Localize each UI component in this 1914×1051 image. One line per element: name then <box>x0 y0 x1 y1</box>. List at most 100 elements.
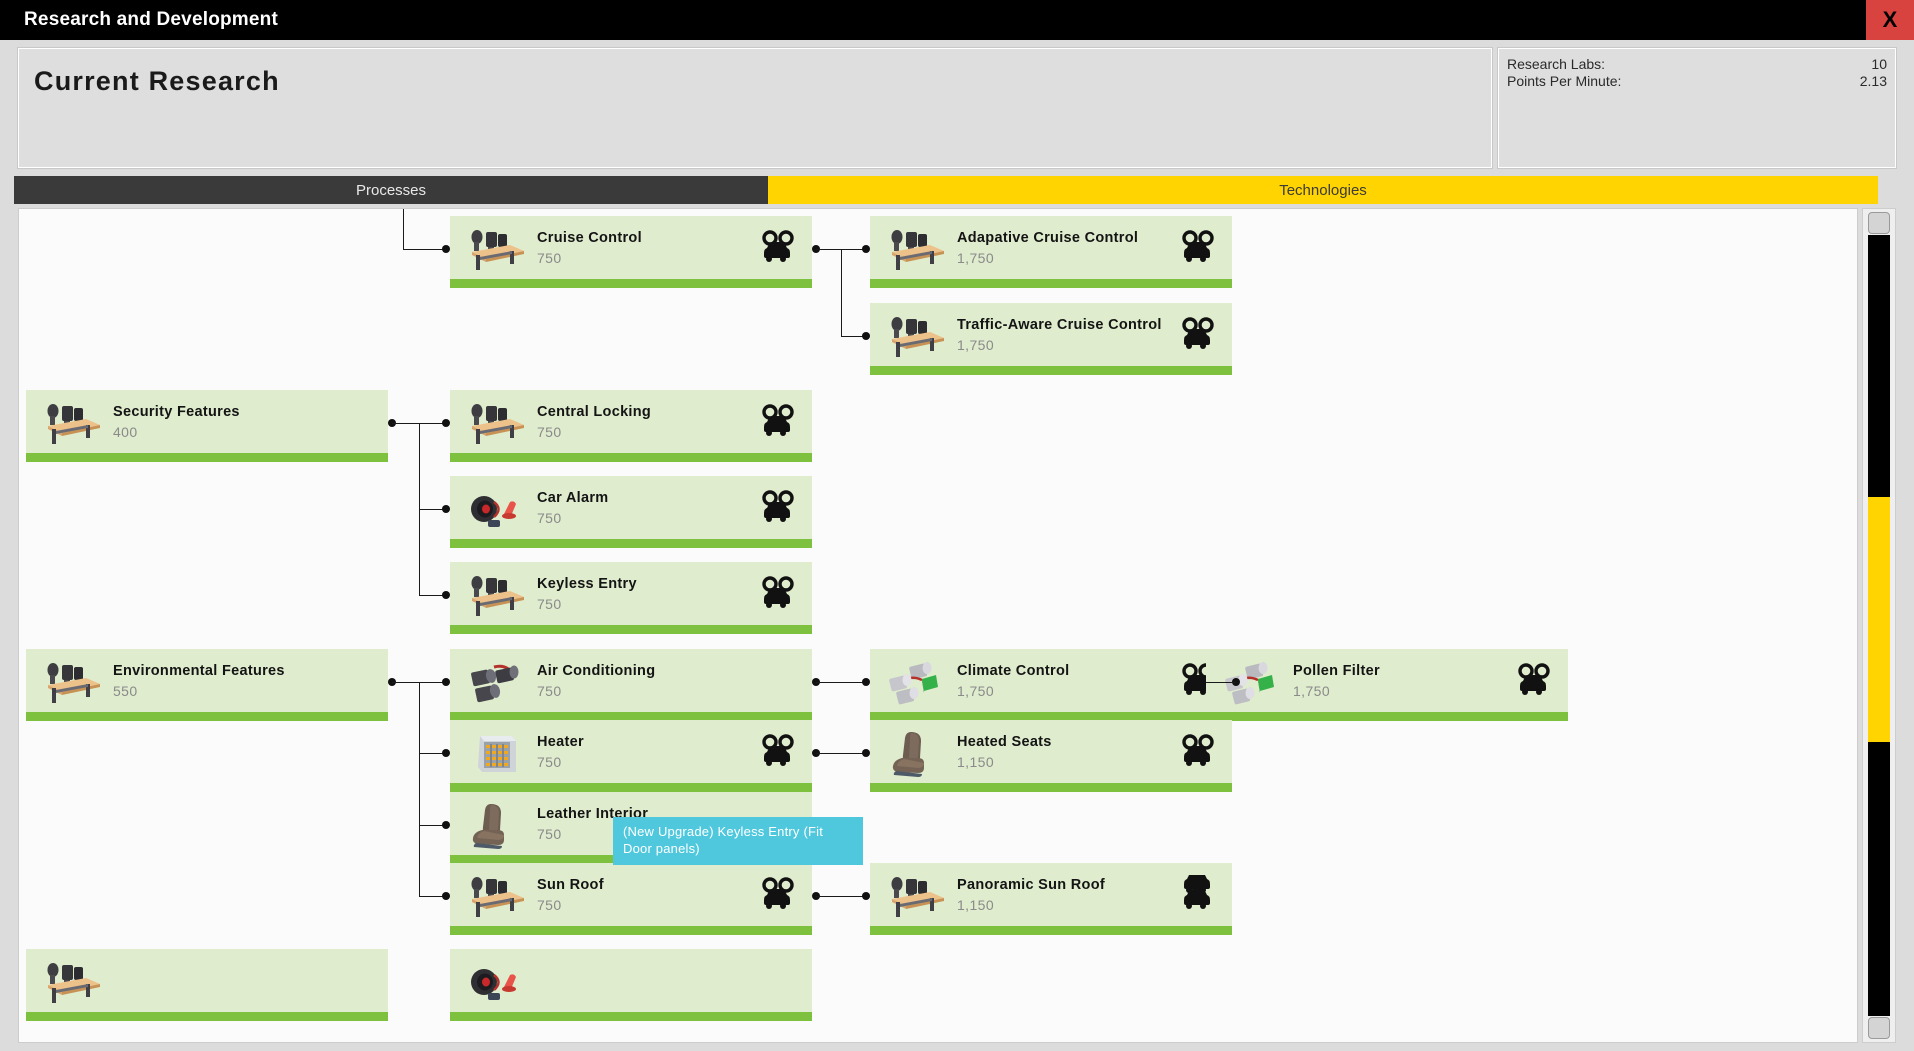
tech-card-heater[interactable]: Heater 750 <box>450 720 812 792</box>
tech-card-name: Pollen Filter <box>1293 663 1380 679</box>
tech-card-cruise-control[interactable]: Cruise Control 750 <box>450 216 812 288</box>
tech-card-cost: 750 <box>537 424 562 440</box>
connector-dot <box>442 749 450 757</box>
tech-card-progress-bar <box>26 453 388 462</box>
tech-card-climate-control[interactable]: Climate Control 1,750 <box>870 649 1232 721</box>
tech-card-cost: 550 <box>113 683 138 699</box>
tech-card-car-alarm[interactable]: Car Alarm 750 <box>450 476 812 548</box>
tech-card-progress-bar <box>450 783 812 792</box>
tech-card-cost: 1,750 <box>957 250 995 266</box>
tech-card-partial[interactable] <box>450 949 812 1021</box>
tech-card-cost: 750 <box>537 754 562 770</box>
stat-research-labs-label: Research Labs: <box>1507 56 1606 72</box>
tech-card-sun-roof[interactable]: Sun Roof 750 <box>450 863 812 935</box>
connector-dot <box>442 892 450 900</box>
tech-card-progress-bar <box>450 1012 812 1021</box>
tech-card-panoramic-sun-roof[interactable]: Panoramic Sun Roof 1,150 <box>870 863 1232 935</box>
connector-line <box>392 682 419 683</box>
siren-icon <box>464 957 528 1009</box>
badge-infinity-car-icon <box>1178 228 1218 272</box>
tech-card-progress-bar <box>450 625 812 634</box>
connector-dot <box>442 245 450 253</box>
compressor-dark-icon <box>464 657 528 709</box>
tech-card-cost: 750 <box>537 596 562 612</box>
vertical-scrollbar[interactable] <box>1862 208 1896 1043</box>
badge-infinity-car-icon <box>758 228 798 272</box>
tech-card-progress-bar <box>450 279 812 288</box>
tech-card-progress-bar <box>870 783 1232 792</box>
window-title-bar: Research and Development X <box>0 0 1914 40</box>
tech-card-name: Heated Seats <box>957 734 1052 750</box>
connector-dot <box>442 419 450 427</box>
connector-line <box>392 423 419 424</box>
tech-card-progress-bar <box>26 1012 388 1021</box>
tech-card-cost: 1,150 <box>957 754 995 770</box>
tech-card-pollen-filter[interactable]: Pollen Filter 1,750 <box>1206 649 1568 721</box>
tech-card-environmental-features[interactable]: Environmental Features 550 <box>26 649 388 721</box>
tech-card-security-features[interactable]: Security Features 400 <box>26 390 388 462</box>
tech-card-progress-bar <box>26 712 388 721</box>
tech-card-keyless-entry[interactable]: Keyless Entry 750 <box>450 562 812 634</box>
car-seat-icon <box>464 800 528 852</box>
desk-icon <box>884 871 948 923</box>
connector-line <box>1219 682 1236 683</box>
desk-icon <box>40 398 104 450</box>
connector-line <box>403 249 446 250</box>
connector-line <box>816 896 841 897</box>
tech-card-traffic-aware-cruise-control[interactable]: Traffic-Aware Cruise Control 1,750 <box>870 303 1232 375</box>
tech-card-cost: 400 <box>113 424 138 440</box>
tech-card-cost: 1,750 <box>1293 683 1331 699</box>
desk-icon <box>40 957 104 1009</box>
tab-processes[interactable]: Processes <box>14 176 768 204</box>
tech-card-cost: 1,750 <box>957 683 995 699</box>
badge-infinity-car-icon <box>1178 732 1218 776</box>
compressor-light-icon <box>1220 657 1284 709</box>
tech-card-name: Adapative Cruise Control <box>957 230 1139 246</box>
badge-infinity-car-icon <box>758 875 798 919</box>
tech-card-cost: 750 <box>537 683 562 699</box>
connector-dot <box>442 821 450 829</box>
connector-dot <box>862 892 870 900</box>
scrollbar-thumb[interactable] <box>1868 497 1890 742</box>
scrollbar-track[interactable] <box>1868 235 1890 1016</box>
desk-icon <box>464 398 528 450</box>
research-stats-panel: Research Labs: 10 Points Per Minute: 2.1… <box>1497 47 1897 169</box>
tech-card-name: Environmental Features <box>113 663 285 679</box>
desk-icon <box>464 224 528 276</box>
page-title: Current Research <box>34 66 280 96</box>
tech-card-adapative-cruise-control[interactable]: Adapative Cruise Control 1,750 <box>870 216 1232 288</box>
desk-icon <box>884 224 948 276</box>
window-title: Research and Development <box>24 9 278 30</box>
tech-card-cost: 1,150 <box>957 897 995 913</box>
tech-tree-viewport[interactable]: Cruise Control 750 Adapative Cruise Cont… <box>18 208 1858 1043</box>
desk-icon <box>464 871 528 923</box>
connector-line <box>419 682 420 896</box>
close-button[interactable]: X <box>1866 0 1914 40</box>
scroll-down-arrow-icon[interactable] <box>1868 1017 1890 1039</box>
badge-infinity-car-icon <box>758 402 798 446</box>
tab-bar: Processes Technologies <box>14 176 1878 204</box>
tech-card-progress-bar <box>1206 712 1568 721</box>
tech-card-cost: 750 <box>537 250 562 266</box>
tech-card-air-conditioning[interactable]: Air Conditioning 750 <box>450 649 812 721</box>
tech-card-cost: 750 <box>537 510 562 526</box>
tech-card-progress-bar <box>450 453 812 462</box>
tooltip: (New Upgrade) Keyless Entry (Fit Door pa… <box>613 817 863 865</box>
car-seat-icon <box>884 728 948 780</box>
tech-card-partial[interactable] <box>26 949 388 1021</box>
tech-card-cost: 1,750 <box>957 337 995 353</box>
tech-card-name: Cruise Control <box>537 230 642 246</box>
tab-technologies[interactable]: Technologies <box>768 176 1878 204</box>
tech-card-name: Air Conditioning <box>537 663 656 679</box>
desk-icon <box>884 311 948 363</box>
tech-card-progress-bar <box>450 926 812 935</box>
tech-card-progress-bar <box>450 539 812 548</box>
compressor-light-icon <box>884 657 948 709</box>
connector-dot <box>862 332 870 340</box>
tech-card-central-locking[interactable]: Central Locking 750 <box>450 390 812 462</box>
dialog-frame: Current Research Research Labs: 10 Point… <box>0 40 1914 1051</box>
connector-line <box>816 682 841 683</box>
connector-line <box>841 249 842 336</box>
scroll-up-arrow-icon[interactable] <box>1868 212 1890 234</box>
tech-card-heated-seats[interactable]: Heated Seats 1,150 <box>870 720 1232 792</box>
